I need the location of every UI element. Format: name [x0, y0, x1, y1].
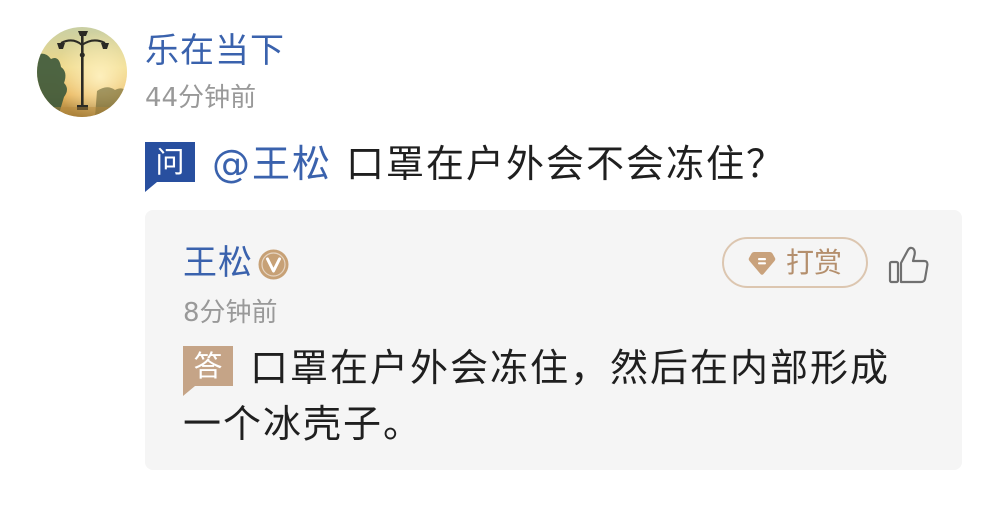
question-badge: 问: [145, 142, 195, 192]
verified-v-icon: [258, 249, 289, 280]
thumbs-up-icon[interactable]: [888, 245, 930, 285]
answerer-name[interactable]: 王松: [183, 243, 253, 283]
answer-content: 答口罩在户外会冻住，然后在内部形成一个冰壳子。: [183, 340, 924, 452]
tip-button-label: 打赏: [785, 245, 842, 279]
avatar[interactable]: [37, 27, 127, 117]
mention-link[interactable]: @王松: [212, 140, 332, 188]
tip-button[interactable]: 打赏: [722, 237, 868, 288]
answer-text: 口罩在户外会冻住，然后在内部形成一个冰壳子。: [183, 346, 891, 446]
author-name[interactable]: 乐在当下: [145, 31, 285, 71]
post-time: 44分钟前: [145, 83, 257, 113]
answer-card: 王松 打赏 8分钟前 答口罩在户外会冻住，然后在内部形成一个冰壳子。: [145, 210, 962, 470]
question-text: 口罩在户外会不会冻住？: [346, 142, 787, 186]
answer-badge: 答: [183, 346, 233, 396]
diamond-icon: [748, 249, 776, 277]
qa-post: 乐在当下 44分钟前 问 @王松 口罩在户外会不会冻住？ 王松 打赏 8分钟前 …: [0, 0, 1000, 527]
question-row: 问 @王松 口罩在户外会不会冻住？: [145, 140, 787, 192]
answer-time: 8分钟前: [183, 298, 278, 328]
avatar-image: [37, 27, 127, 117]
